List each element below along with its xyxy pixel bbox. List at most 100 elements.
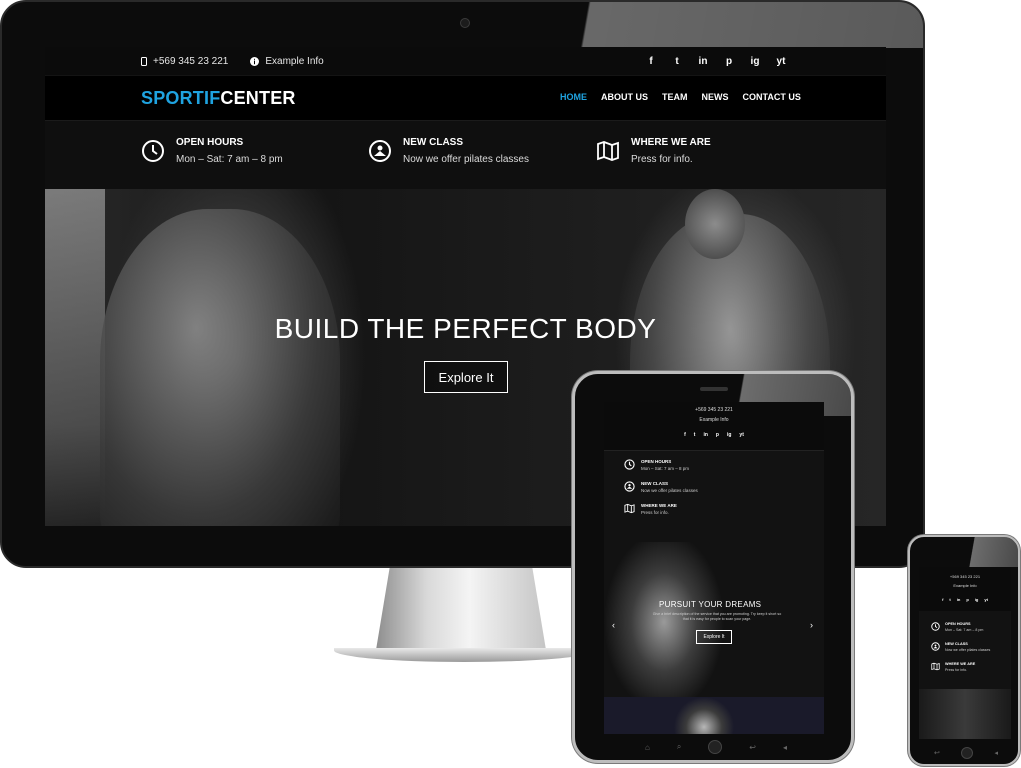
tablet-info-where-we-are[interactable]: WHERE WE ARE Press for info. <box>624 503 824 515</box>
info-title: OPEN HOURS <box>176 137 244 148</box>
clock-icon <box>142 140 164 162</box>
info-title: NEW CLASS <box>945 642 968 646</box>
instagram-icon[interactable]: ig <box>749 56 761 67</box>
tablet-top-bar: +569 345 23 221 Example Info f t in p ig… <box>604 402 824 450</box>
facebook-icon[interactable]: f <box>684 430 686 440</box>
info-new-class[interactable]: NEW CLASS Now we offer pilates classes <box>368 137 529 165</box>
monitor-stand-base <box>334 648 594 662</box>
nav-news[interactable]: NEWS <box>702 92 729 102</box>
map-icon <box>597 141 619 161</box>
logo-part-center: CENTER <box>220 88 296 108</box>
map-icon <box>624 503 635 514</box>
site-logo[interactable]: SPORTIFCENTER <box>141 88 296 109</box>
tablet-screen: +569 345 23 221 Example Info f t in p ig… <box>604 402 824 734</box>
phone-info-open-hours[interactable]: OPEN HOURS Mon – Sat: 7 am – 8 pm <box>931 622 1011 632</box>
info-title: WHERE WE ARE <box>631 137 711 148</box>
monitor-stand <box>376 568 546 650</box>
info-text: Now we offer pilates classes <box>403 154 529 165</box>
main-navbar: SPORTIFCENTER HOME ABOUT US TEAM NEWS CO… <box>45 75 886 120</box>
example-info[interactable]: Example Info <box>250 55 324 67</box>
info-text: Press for info. <box>631 154 693 165</box>
info-text: Example Info <box>265 55 324 67</box>
phone-info-where-we-are[interactable]: WHERE WE ARE Press for info. <box>931 662 1011 672</box>
instagram-icon[interactable]: ig <box>975 595 979 604</box>
back-icon[interactable]: ↩ <box>934 749 940 757</box>
phone-info-text[interactable]: Example Info <box>919 581 1011 590</box>
pinterest-icon[interactable]: p <box>966 595 968 604</box>
phone-info-new-class[interactable]: NEW CLASS Now we offer pilates classes <box>931 642 1011 652</box>
info-text: Press for info. <box>641 510 669 515</box>
linkedin-icon[interactable]: in <box>703 430 707 440</box>
top-bar: +569 345 23 221 Example Info f t in p ig… <box>45 47 886 75</box>
info-title: WHERE WE ARE <box>945 662 976 666</box>
home-button[interactable] <box>708 740 723 754</box>
twitter-icon[interactable]: t <box>671 56 683 67</box>
info-open-hours[interactable]: OPEN HOURS Mon – Sat: 7 am – 8 pm <box>141 137 283 165</box>
social-links: f t in p ig yt <box>645 47 787 75</box>
pinterest-icon[interactable]: p <box>723 56 735 67</box>
nav-contact-us[interactable]: CONTACT US <box>743 92 801 102</box>
explore-button[interactable]: Explore It <box>424 361 508 393</box>
facebook-icon[interactable]: f <box>645 56 657 67</box>
info-text: Now we offer pilates classes <box>641 488 698 493</box>
monitor-glare <box>503 2 923 48</box>
camera-icon <box>460 18 470 28</box>
linkedin-icon[interactable]: in <box>957 595 961 604</box>
twitter-icon[interactable]: t <box>694 430 696 440</box>
volume-icon[interactable]: ◂ <box>994 749 998 757</box>
twitter-icon[interactable]: t <box>949 595 950 604</box>
tablet-hero-description: Give a brief description of the service … <box>652 612 782 621</box>
instagram-icon[interactable]: ig <box>727 430 731 440</box>
phone-hero-slide <box>919 689 1011 739</box>
phone-glare <box>958 537 1018 567</box>
nav-home[interactable]: HOME <box>560 92 587 102</box>
linkedin-icon[interactable]: in <box>697 56 709 67</box>
info-title: WHERE WE ARE <box>641 503 677 508</box>
hero-figure-back <box>100 209 340 526</box>
tablet-next-section <box>604 697 824 734</box>
clock-icon <box>624 459 635 470</box>
youtube-icon[interactable]: yt <box>739 430 743 440</box>
hero-background-window <box>45 189 105 526</box>
info-title: OPEN HOURS <box>945 622 971 626</box>
volume-icon[interactable]: ◂ <box>783 743 787 752</box>
tablet-info-bar: OPEN HOURS Mon – Sat: 7 am – 8 pm NEW CLA… <box>604 450 824 542</box>
nav-menu: HOME ABOUT US TEAM NEWS CONTACT US <box>560 92 801 102</box>
clock-icon <box>931 622 940 631</box>
info-title: NEW CLASS <box>403 137 463 148</box>
tablet-info-new-class[interactable]: NEW CLASS Now we offer pilates classes <box>624 481 824 493</box>
nav-team[interactable]: TEAM <box>662 92 688 102</box>
info-text: Mon – Sat: 7 am – 8 pm <box>641 466 690 471</box>
tablet-nav-bar: ⌂ ⌕ ↩ ◂ <box>645 740 787 754</box>
slider-prev-icon[interactable]: ‹ <box>612 620 615 630</box>
class-icon <box>624 481 635 492</box>
tablet-phone-number[interactable]: +569 345 23 221 <box>604 405 824 415</box>
phone-social-links: f t in p ig yt <box>919 595 1011 604</box>
phone-icon <box>141 56 147 66</box>
phone-number: +569 345 23 221 <box>153 55 229 67</box>
back-icon[interactable]: ↩ <box>749 743 756 752</box>
phone-top-bar: +569 345 23 221 Example Info f t in p ig… <box>919 567 1011 611</box>
tablet-explore-button[interactable]: Explore It <box>696 630 732 644</box>
pinterest-icon[interactable]: p <box>716 430 719 440</box>
slider-next-icon[interactable]: › <box>810 620 813 630</box>
tablet-info-text[interactable]: Example Info <box>604 415 824 425</box>
info-icon <box>250 56 260 66</box>
facebook-icon[interactable]: f <box>942 595 943 604</box>
tablet-info-open-hours[interactable]: OPEN HOURS Mon – Sat: 7 am – 8 pm <box>624 459 824 471</box>
info-bar: OPEN HOURS Mon – Sat: 7 am – 8 pm NEW CL… <box>45 120 886 189</box>
phone-contact[interactable]: +569 345 23 221 <box>141 56 228 67</box>
class-icon <box>931 642 940 651</box>
info-text: Mon – Sat: 7 am – 8 pm <box>945 628 984 632</box>
info-text: Press for info. <box>945 668 968 672</box>
youtube-icon[interactable]: yt <box>775 56 787 67</box>
phone-phone-number[interactable]: +569 345 23 221 <box>919 572 1011 581</box>
home-icon[interactable]: ⌂ <box>645 743 650 752</box>
home-button[interactable] <box>961 747 974 759</box>
info-where-we-are[interactable]: WHERE WE ARE Press for info. <box>596 137 711 165</box>
nav-about-us[interactable]: ABOUT US <box>601 92 648 102</box>
youtube-icon[interactable]: yt <box>984 595 988 604</box>
tablet-speaker <box>700 387 728 391</box>
tablet-hero-title: PURSUIT YOUR DREAMS <box>659 600 762 609</box>
search-icon[interactable]: ⌕ <box>677 742 681 752</box>
